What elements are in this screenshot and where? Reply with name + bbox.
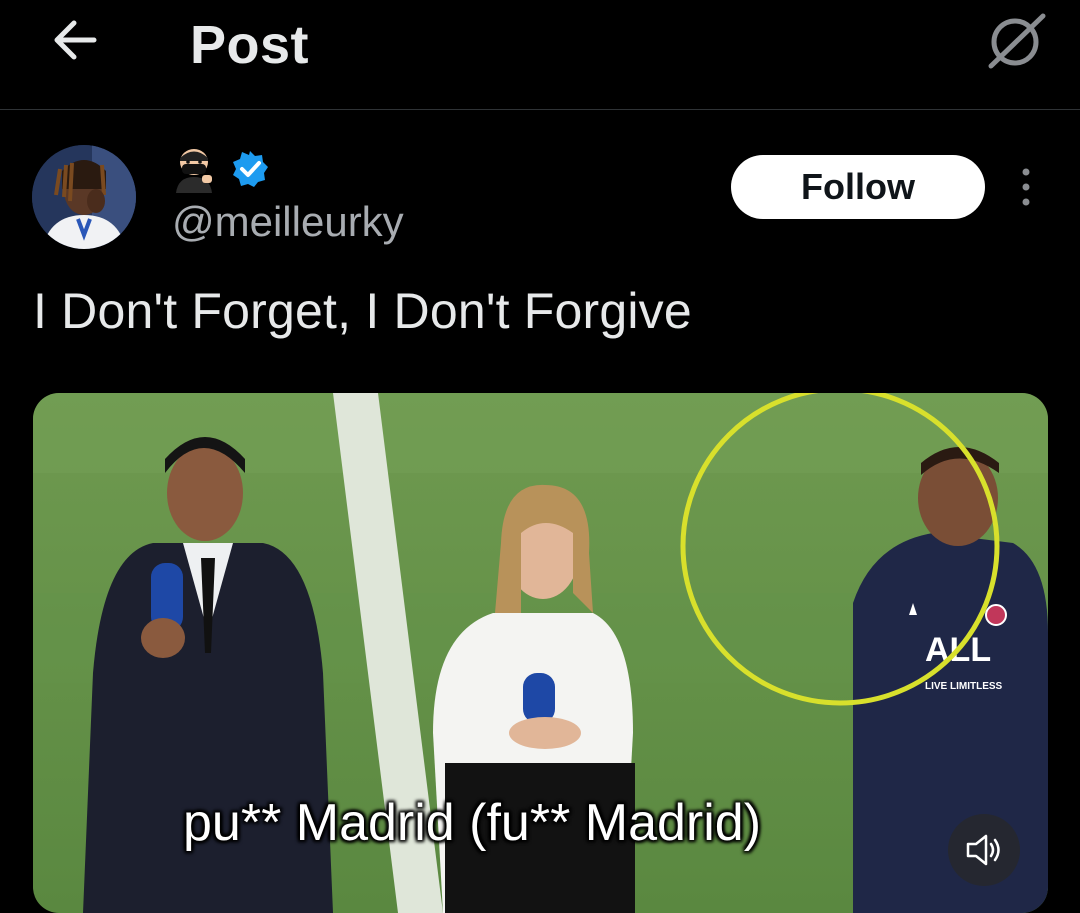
avatar[interactable] (32, 145, 136, 249)
verified-badge-icon (233, 151, 268, 187)
author-handle[interactable]: @meilleurky (172, 198, 404, 246)
ninja-emoji-icon (176, 149, 212, 193)
jersey-text: LIVE LIMITLESS (925, 681, 1003, 692)
more-options-button[interactable] (1012, 166, 1040, 208)
grok-button[interactable] (985, 10, 1049, 70)
post-video[interactable]: ALL LIVE LIMITLESS pu** Madrid (fu** Mad… (33, 393, 1048, 913)
video-frame: ALL LIVE LIMITLESS (33, 393, 1048, 913)
grok-icon (988, 13, 1046, 69)
author-name-row[interactable] (172, 143, 270, 195)
post-text: I Don't Forget, I Don't Forgive (33, 283, 692, 339)
more-vertical-icon (1022, 168, 1030, 206)
volume-button[interactable] (948, 814, 1020, 886)
follow-button[interactable]: Follow (731, 155, 985, 219)
page-title: Post (190, 15, 310, 75)
volume-icon (966, 834, 1000, 866)
arrow-left-icon (54, 20, 97, 60)
avatar-image (32, 145, 136, 249)
top-bar: Post (0, 0, 1080, 110)
back-button[interactable] (50, 18, 100, 62)
